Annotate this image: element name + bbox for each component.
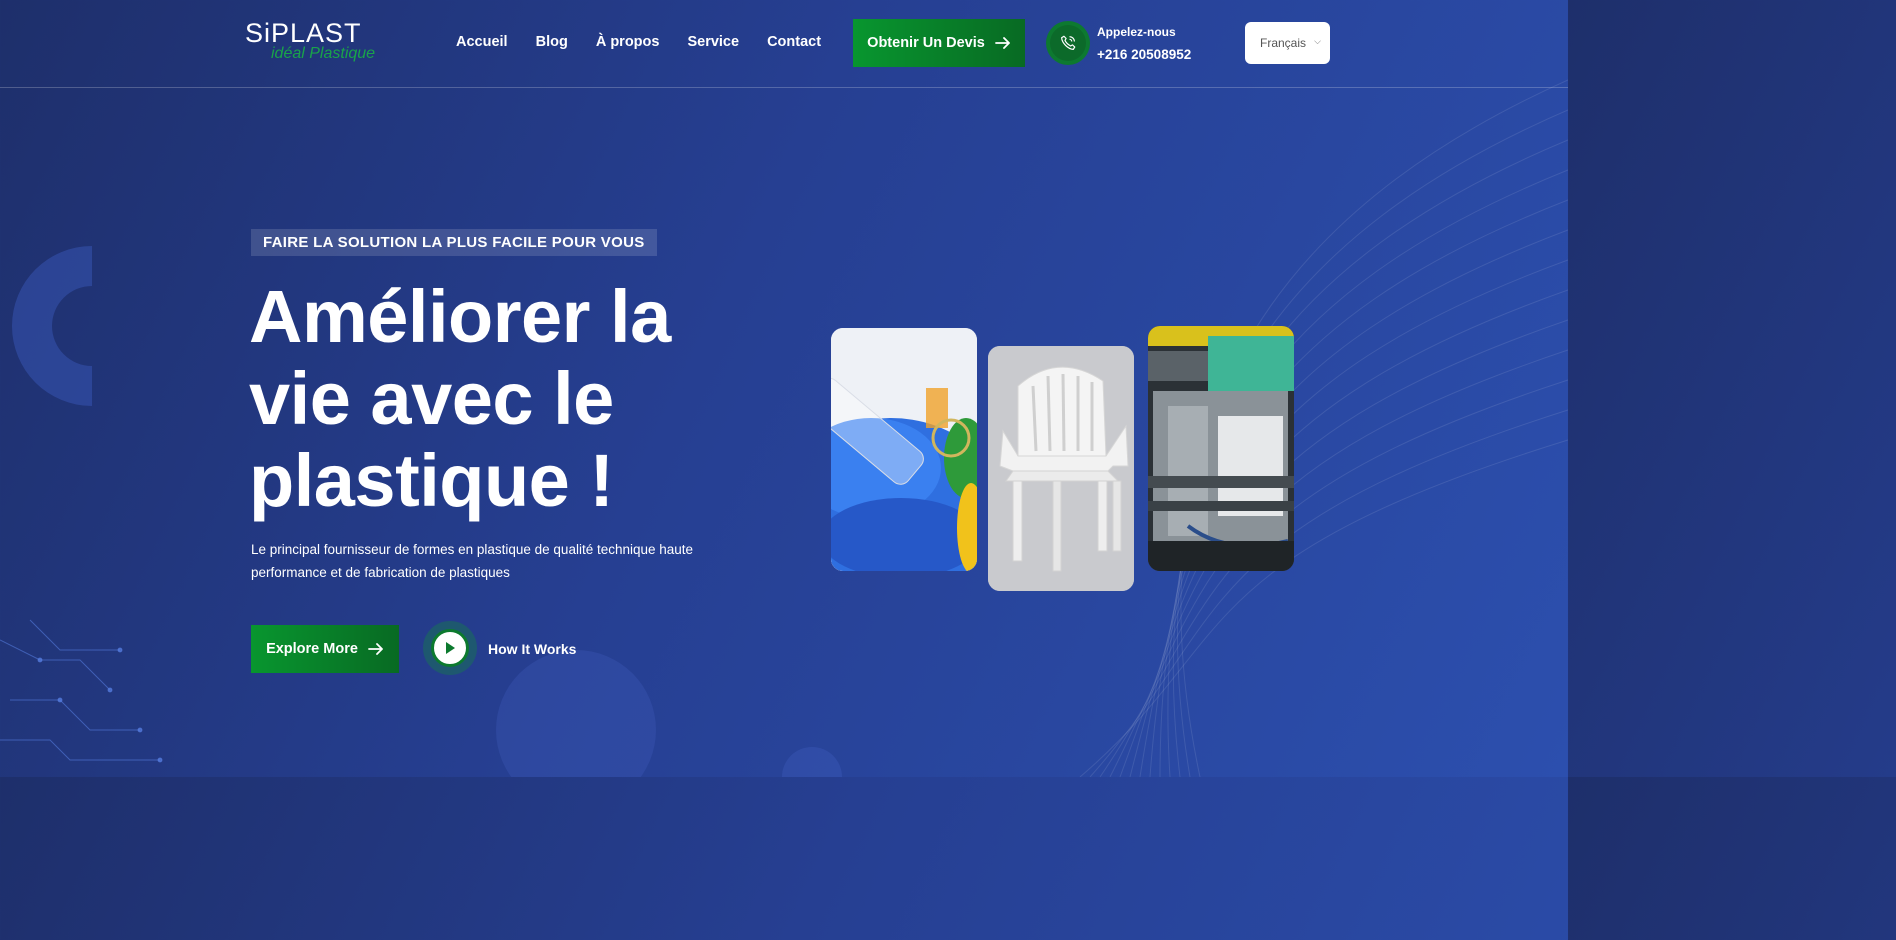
blue-plastic-pellets-image bbox=[831, 328, 977, 571]
language-select[interactable]: Français ⌵ bbox=[1245, 22, 1330, 64]
injection-molding-machine-image bbox=[1148, 326, 1294, 571]
nav-blog[interactable]: Blog bbox=[536, 34, 568, 50]
nav-service[interactable]: Service bbox=[687, 34, 739, 50]
chevron-down-icon: ⌵ bbox=[1314, 36, 1321, 46]
play-icon bbox=[431, 629, 469, 667]
how-it-works-link[interactable]: How It Works bbox=[488, 641, 576, 657]
get-quote-button[interactable]: Obtenir Un Devis bbox=[853, 19, 1025, 67]
get-quote-label: Obtenir Un Devis bbox=[867, 35, 985, 51]
play-video-button[interactable] bbox=[423, 621, 477, 675]
logo-tagline-text: idéal Plastique bbox=[271, 45, 376, 62]
site-header: SiPLAST idéal Plastique Accueil Blog À p… bbox=[0, 0, 1568, 88]
hero-tagline: FAIRE LA SOLUTION LA PLUS FACILE POUR VO… bbox=[251, 229, 657, 256]
hero-headline: Améliorer la vie avec le plastique ! bbox=[249, 275, 671, 522]
phone-number[interactable]: +216 20508952 bbox=[1097, 47, 1191, 62]
arrow-right-icon bbox=[368, 643, 383, 655]
language-selected-value: Français bbox=[1260, 36, 1307, 50]
nav-a-propos[interactable]: À propos bbox=[596, 34, 660, 50]
main-nav: Accueil Blog À propos Service Contact bbox=[456, 34, 849, 50]
phone-icon bbox=[1061, 35, 1076, 50]
explore-more-label: Explore More bbox=[266, 641, 358, 657]
nav-contact[interactable]: Contact bbox=[767, 34, 821, 50]
arrow-right-icon bbox=[994, 37, 1010, 49]
phone-label: Appelez-nous bbox=[1097, 25, 1176, 39]
nav-accueil[interactable]: Accueil bbox=[456, 34, 508, 50]
hero-subtext: Le principal fournisseur de formes en pl… bbox=[251, 542, 694, 580]
siplast-logo[interactable]: SiPLAST idéal Plastique bbox=[245, 18, 395, 68]
phone-call-button[interactable] bbox=[1046, 21, 1090, 65]
white-plastic-chair-image bbox=[988, 346, 1134, 591]
explore-more-button[interactable]: Explore More bbox=[251, 625, 399, 673]
background-wave-lines bbox=[0, 79, 1568, 777]
